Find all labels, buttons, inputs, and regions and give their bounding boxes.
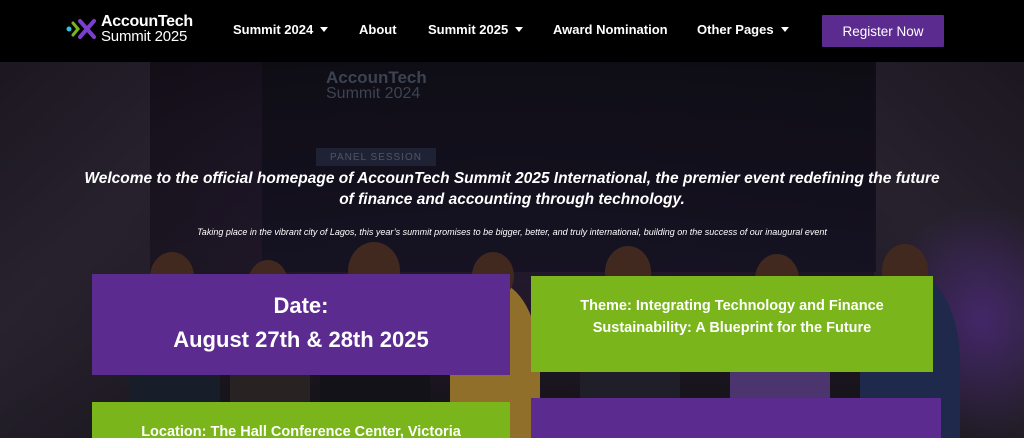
caret-down-icon [515, 27, 524, 32]
nav-summit-2024-label: Summit 2024 [233, 22, 314, 37]
date-label: Date: [273, 293, 329, 318]
caret-down-icon [320, 27, 329, 32]
info-card-purple [531, 398, 941, 438]
hero-dark-overlay [0, 62, 1024, 438]
nav-award-nomination-label: Award Nomination [553, 22, 668, 37]
hero-section: AccounTech Summit 2024 PANEL SESSION Wel… [0, 62, 1024, 438]
logo-mark-icon [66, 18, 96, 40]
register-now-button[interactable]: Register Now [822, 15, 944, 47]
hero-headline: Welcome to the official homepage of Acco… [84, 170, 940, 208]
nav-award-nomination[interactable]: Award Nomination [553, 22, 668, 37]
date-card: Date: August 27th & 28th 2025 [92, 274, 510, 375]
site-logo[interactable]: AccounTech Summit 2025 [66, 14, 193, 44]
logo-title: AccounTech [101, 13, 193, 30]
hero-subline: Taking place in the vibrant city of Lago… [197, 227, 827, 237]
nav-about-label: About [359, 22, 397, 37]
nav-about[interactable]: About [359, 22, 397, 37]
caret-down-icon [780, 27, 789, 32]
nav-other-pages-label: Other Pages [697, 22, 774, 37]
date-value: August 27th & 28th 2025 [173, 327, 429, 352]
theme-text: Theme: Integrating Technology and Financ… [580, 298, 884, 336]
top-navbar: AccounTech Summit 2025 Summit 2024 About… [0, 0, 1024, 62]
theme-card: Theme: Integrating Technology and Financ… [531, 276, 933, 372]
nav-summit-2024[interactable]: Summit 2024 [233, 22, 329, 37]
logo-subtitle: Summit 2025 [101, 28, 188, 45]
location-card: Location: The Hall Conference Center, Vi… [92, 402, 510, 438]
location-text: Location: The Hall Conference Center, Vi… [141, 424, 461, 438]
nav-summit-2025[interactable]: Summit 2025 [428, 22, 524, 37]
nav-other-pages[interactable]: Other Pages [697, 22, 789, 37]
nav-summit-2025-label: Summit 2025 [428, 22, 509, 37]
